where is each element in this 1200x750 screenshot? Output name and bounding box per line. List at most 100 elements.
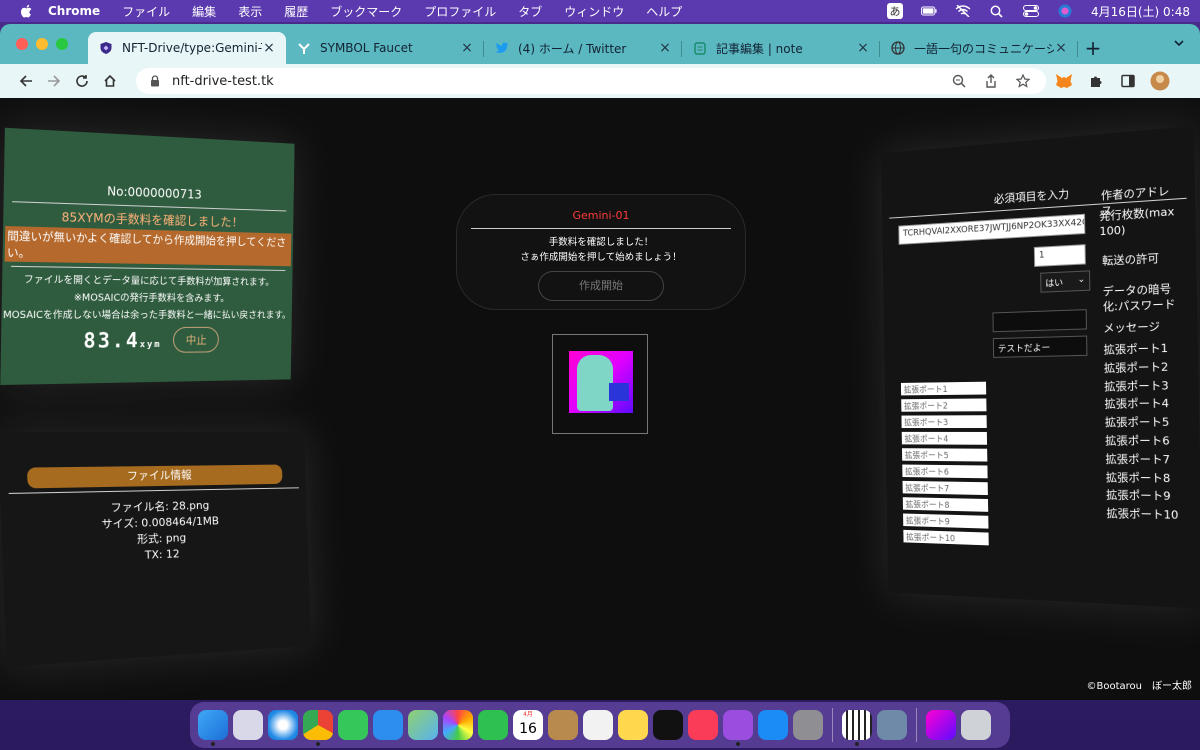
extensions-puzzle-icon[interactable] <box>1082 74 1110 88</box>
share-icon[interactable] <box>980 74 1002 88</box>
tab-twitter[interactable]: (4) ホーム / Twitter × <box>484 32 682 64</box>
ext-port-input-6[interactable]: 拡張ポート6 <box>902 464 988 479</box>
close-tab-icon[interactable]: × <box>856 40 870 56</box>
system-preferences-icon[interactable] <box>793 710 823 740</box>
profile-avatar[interactable] <box>1146 71 1174 91</box>
ext-port-label-4: 拡張ポート4 <box>1104 397 1170 412</box>
mail-icon[interactable] <box>373 710 403 740</box>
ext-port-input-10[interactable]: 拡張ポート10 <box>903 529 989 546</box>
ext-port-input-1[interactable]: 拡張ポート1 <box>900 381 987 396</box>
menu-window[interactable]: ウィンドウ <box>564 3 624 20</box>
maps-icon[interactable] <box>408 710 438 740</box>
menu-edit[interactable]: 編集 <box>192 3 216 20</box>
tab-label: NFT-Drive/type:Gemini-TE <box>122 41 262 55</box>
menu-clock[interactable]: 4月16日(土) 0:48 <box>1091 3 1190 20</box>
menu-help[interactable]: ヘルプ <box>646 3 682 20</box>
photos-icon[interactable] <box>443 710 473 740</box>
music-icon[interactable] <box>688 710 718 740</box>
menu-tab[interactable]: タブ <box>518 3 542 20</box>
close-tab-icon[interactable]: × <box>262 40 276 56</box>
apple-tv-icon[interactable] <box>653 710 683 740</box>
messages-icon[interactable] <box>338 710 368 740</box>
app-store-icon[interactable] <box>758 710 788 740</box>
tab-symbol-faucet[interactable]: SYMBOL Faucet × <box>286 32 484 64</box>
tab-note[interactable]: 記事編集 | note × <box>682 32 880 64</box>
close-window-button[interactable] <box>16 38 28 50</box>
contacts-icon[interactable] <box>548 710 578 740</box>
bookmark-star-icon[interactable] <box>1012 74 1034 88</box>
tab-nft-drive[interactable]: NFT-Drive/type:Gemini-TE × <box>88 32 286 64</box>
ext-port-input-9[interactable]: 拡張ポート9 <box>903 513 989 529</box>
forward-button[interactable] <box>40 67 68 95</box>
facetime-icon[interactable] <box>478 710 508 740</box>
ext-port-input-3[interactable]: 拡張ポート3 <box>901 415 987 429</box>
divider <box>8 487 299 494</box>
close-tab-icon[interactable]: × <box>1054 40 1068 56</box>
start-creation-button[interactable]: 作成開始 <box>538 271 664 301</box>
minimize-window-button[interactable] <box>36 38 48 50</box>
ext-port-label-1: 拡張ポート1 <box>1103 341 1169 357</box>
calendar-month: 4月 <box>523 711 533 718</box>
ext-port-input-4[interactable]: 拡張ポート4 <box>901 431 988 445</box>
transfer-permission-select[interactable]: はい ⌄ <box>1040 270 1091 293</box>
ext-port-input-5[interactable]: 拡張ポート5 <box>901 448 988 462</box>
home-icon <box>104 74 116 87</box>
side-panel-icon[interactable] <box>1114 74 1142 88</box>
lock-icon[interactable] <box>148 75 162 87</box>
launchpad-icon[interactable] <box>233 710 263 740</box>
zoom-icon[interactable] <box>948 74 970 88</box>
menu-history[interactable]: 履歴 <box>284 3 308 20</box>
globe-icon <box>890 40 906 56</box>
back-button[interactable] <box>12 67 40 95</box>
chrome-icon[interactable] <box>303 710 333 746</box>
notes-icon[interactable] <box>618 710 648 740</box>
metamask-icon[interactable] <box>1050 73 1078 89</box>
menu-view[interactable]: 表示 <box>238 3 262 20</box>
abort-button[interactable]: 中止 <box>173 326 220 353</box>
ime-indicator[interactable]: あ <box>886 3 903 19</box>
home-button[interactable] <box>96 67 124 95</box>
zoom-window-button[interactable] <box>56 38 68 50</box>
file-info-list: ファイル名: 28.png サイズ: 0.008464/1MB 形式: png … <box>0 496 308 570</box>
fee-panel: No:0000000713 85XYMの手数料を確認しました！ 間違いが無いかよ… <box>0 127 295 386</box>
encryption-password-input[interactable] <box>992 309 1087 333</box>
wifi-off-icon[interactable] <box>955 4 971 18</box>
ext-port-input-7[interactable]: 拡張ポート7 <box>902 480 988 496</box>
ext-port-label-8: 拡張ポート8 <box>1105 470 1171 485</box>
battery-icon[interactable] <box>920 4 937 18</box>
chevron-down-icon[interactable] <box>1172 36 1186 50</box>
ext-port-input-2[interactable]: 拡張ポート2 <box>901 398 987 412</box>
preview-app-icon[interactable] <box>877 710 907 740</box>
spotlight-search-icon[interactable] <box>989 4 1005 18</box>
tab-communication[interactable]: 一語一句のコミュニケーショ × <box>880 32 1078 64</box>
url-text[interactable]: nft-drive-test.tk <box>172 74 938 89</box>
piano-app-icon[interactable] <box>842 710 872 746</box>
address-bar[interactable]: nft-drive-test.tk <box>136 68 1046 94</box>
author-address-input[interactable]: TCRHQVAI2XXORE37JWTJJ6NP2OK33XX42GS <box>898 213 1086 245</box>
calendar-icon[interactable]: 4月 16 <box>513 710 543 740</box>
menu-app-name[interactable]: Chrome <box>48 4 100 18</box>
ext-port-input-8[interactable]: 拡張ポート8 <box>902 497 989 512</box>
close-tab-icon[interactable]: × <box>658 40 672 56</box>
reload-button[interactable] <box>68 67 96 95</box>
control-center-icon[interactable] <box>1022 4 1039 18</box>
podcasts-icon[interactable] <box>723 710 753 746</box>
close-tab-icon[interactable]: × <box>460 40 474 56</box>
apple-icon[interactable] <box>20 4 34 18</box>
running-indicator <box>736 742 740 746</box>
siri-icon[interactable] <box>1057 4 1073 18</box>
menu-file[interactable]: ファイル <box>122 3 170 20</box>
downloads-stack-icon[interactable] <box>926 710 956 740</box>
finder-icon[interactable] <box>198 710 228 746</box>
new-tab-button[interactable]: + <box>1078 32 1108 64</box>
message-input[interactable]: テストだよー <box>992 335 1088 358</box>
menu-profile[interactable]: プロファイル <box>424 3 496 20</box>
safari-icon[interactable] <box>268 710 298 740</box>
trash-icon[interactable] <box>961 710 991 740</box>
fee-amount-unit: xym <box>139 339 162 351</box>
issue-count-input[interactable]: 1 <box>1033 244 1086 267</box>
file-info-heading: ファイル情報 <box>26 464 283 489</box>
menu-bookmarks[interactable]: ブックマーク <box>330 3 402 20</box>
divider <box>10 265 286 271</box>
reminders-icon[interactable] <box>583 710 613 740</box>
